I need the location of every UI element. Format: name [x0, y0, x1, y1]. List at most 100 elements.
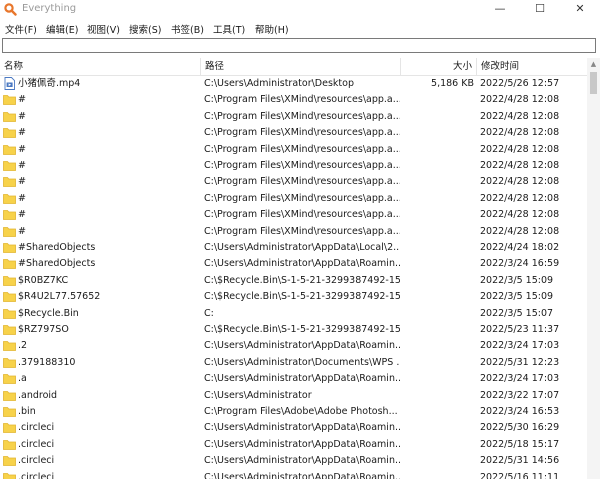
close-button[interactable]: ✕: [560, 0, 600, 19]
folder-icon: [3, 423, 16, 434]
table-row[interactable]: .circleci C:\Users\Administrator\AppData\…: [0, 437, 587, 453]
row-date-modified: 2022/4/28 12:08: [480, 160, 560, 171]
menu-tools[interactable]: 工具(T): [213, 22, 245, 36]
table-row[interactable]: # C:\Program Files\XMind\resources\app.a.…: [0, 109, 587, 125]
table-row[interactable]: $R4U2L77.57652 C:\$Recycle.Bin\S-1-5-21-3…: [0, 289, 587, 305]
row-date-modified: 2022/5/31 12:23: [480, 356, 560, 368]
row-size: [402, 470, 474, 479]
row-path: C:\Program Files\XMind\resources\app.a..…: [204, 192, 400, 204]
table-row[interactable]: #SharedObjects C:\Users\Administrator\App…: [0, 256, 587, 272]
row-size: [402, 306, 474, 322]
table-row[interactable]: .379188310 C:\Users\Administrator\Documen…: [0, 355, 587, 371]
column-size[interactable]: 大小: [400, 58, 476, 75]
table-row[interactable]: # C:\Program Files\XMind\resources\app.a.…: [0, 92, 587, 108]
folder-icon: [3, 456, 16, 467]
table-row[interactable]: # C:\Program Files\XMind\resources\app.a.…: [0, 174, 587, 190]
row-size: [402, 125, 474, 141]
menu-help[interactable]: 帮助(H): [255, 22, 289, 36]
search-input[interactable]: [3, 39, 595, 52]
row-size: [402, 437, 474, 453]
row-name: #: [18, 143, 26, 155]
folder-icon: [3, 243, 16, 253]
row-path: C:\$Recycle.Bin\S-1-5-21-3299387492-15..…: [204, 274, 400, 286]
row-path: C:\Users\Administrator\AppData\Roamin...: [204, 258, 400, 270]
folder-icon: [3, 111, 16, 122]
row-date-modified: 2022/4/28 12:08: [480, 127, 560, 139]
search-box: [2, 38, 596, 53]
table-row[interactable]: .a C:\Users\Administrator\AppData\Roamin.…: [0, 371, 587, 387]
table-row[interactable]: $RZ797SO C:\$Recycle.Bin\S-1-5-21-3299387…: [0, 322, 587, 338]
everything-app-icon: [4, 3, 17, 16]
row-size: [402, 174, 474, 190]
row-size: [402, 158, 474, 174]
folder-icon: [3, 390, 16, 401]
table-row[interactable]: .bin C:\Program Files\Adobe\Adobe Photosh…: [0, 404, 587, 420]
row-size: [402, 207, 474, 223]
table-row[interactable]: .2 C:\Users\Administrator\AppData\Roamin.…: [0, 338, 587, 354]
row-path: C:\Program Files\XMind\resources\app.a..…: [204, 176, 400, 188]
table-row[interactable]: # C:\Program Files\XMind\resources\app.a.…: [0, 224, 587, 240]
row-path: C:\Program Files\XMind\resources\app.a..…: [204, 94, 400, 106]
row-size: [402, 371, 474, 387]
row-path: C:\$Recycle.Bin\S-1-5-21-3299387492-15..…: [204, 324, 400, 335]
folder-icon: [3, 357, 16, 368]
table-row[interactable]: $Recycle.Bin C: 2022/3/5 15:07: [0, 306, 587, 322]
table-row[interactable]: # C:\Program Files\XMind\resources\app.a.…: [0, 207, 587, 223]
row-name: .circleci: [18, 471, 55, 479]
table-row[interactable]: .circleci C:\Users\Administrator\AppData\…: [0, 470, 587, 479]
row-size: [402, 355, 474, 371]
row-date-modified: 2022/5/31 14:56: [480, 455, 560, 467]
maximize-button[interactable]: ☐: [520, 0, 560, 19]
row-size: [402, 191, 474, 207]
column-name[interactable]: 名称: [0, 58, 200, 75]
table-row[interactable]: # C:\Program Files\XMind\resources\app.a.…: [0, 125, 587, 141]
row-size: [402, 256, 474, 272]
table-row[interactable]: # C:\Program Files\XMind\resources\app.a.…: [0, 158, 587, 174]
row-size: [402, 420, 474, 436]
folder-icon: [3, 472, 16, 479]
row-path: C:\Users\Administrator: [204, 389, 312, 401]
table-row[interactable]: $R0BZ7KC C:\$Recycle.Bin\S-1-5-21-3299387…: [0, 273, 587, 289]
row-date-modified: 2022/4/28 12:08: [480, 192, 560, 204]
column-path[interactable]: 路径: [200, 58, 400, 75]
menu-file[interactable]: 文件(F): [5, 22, 37, 36]
table-row[interactable]: 小猪佩奇.mp4 C:\Users\Administrator\Desktop 5,…: [0, 76, 587, 92]
table-row[interactable]: .circleci C:\Users\Administrator\AppData\…: [0, 453, 587, 469]
row-size: [402, 338, 474, 354]
row-name: .circleci: [18, 455, 55, 467]
row-name: .a: [18, 373, 27, 385]
window-title: Everything: [22, 3, 77, 14]
menu-bookmarks[interactable]: 书签(B): [171, 22, 204, 36]
row-name: #SharedObjects: [18, 258, 96, 270]
folder-icon: [3, 407, 16, 417]
vertical-scrollbar[interactable]: ▲: [587, 58, 600, 479]
menu-search[interactable]: 搜索(S): [129, 22, 161, 36]
row-size: [402, 404, 474, 420]
row-date-modified: 2022/5/30 16:29: [480, 422, 560, 434]
minimize-button[interactable]: —: [480, 0, 520, 19]
row-size: [402, 92, 474, 108]
column-date-modified[interactable]: 修改时间: [476, 58, 587, 75]
row-name: #: [18, 127, 26, 139]
table-row[interactable]: #SharedObjects C:\Users\Administrator\App…: [0, 240, 587, 256]
folder-icon: [3, 325, 16, 335]
folder-icon: [3, 128, 16, 139]
table-row[interactable]: .android C:\Users\Administrator 2022/3/22 …: [0, 388, 587, 404]
row-name: .bin: [18, 406, 36, 417]
row-path: C:\Users\Administrator\AppData\Roamin...: [204, 422, 400, 434]
scroll-up-arrow-icon[interactable]: ▲: [587, 58, 600, 71]
table-row[interactable]: # C:\Program Files\XMind\resources\app.a.…: [0, 191, 587, 207]
row-date-modified: 2022/4/24 18:02: [480, 242, 560, 253]
scrollbar-thumb[interactable]: [590, 72, 597, 94]
table-row[interactable]: # C:\Program Files\XMind\resources\app.a.…: [0, 142, 587, 158]
menu-view[interactable]: 视图(V): [87, 22, 120, 36]
table-row[interactable]: .circleci C:\Users\Administrator\AppData\…: [0, 420, 587, 436]
menu-edit[interactable]: 编辑(E): [46, 22, 78, 36]
menu-bar: 文件(F) 编辑(E) 视图(V) 搜索(S) 书签(B) 工具(T) 帮助(H…: [0, 19, 600, 37]
folder-icon: [3, 374, 16, 385]
row-date-modified: 2022/3/5 15:07: [480, 307, 554, 319]
row-path: C:\$Recycle.Bin\S-1-5-21-3299387492-15..…: [204, 291, 400, 303]
row-date-modified: 2022/3/24 17:03: [480, 373, 560, 385]
row-name: #: [18, 209, 26, 221]
row-name: #: [18, 110, 26, 122]
